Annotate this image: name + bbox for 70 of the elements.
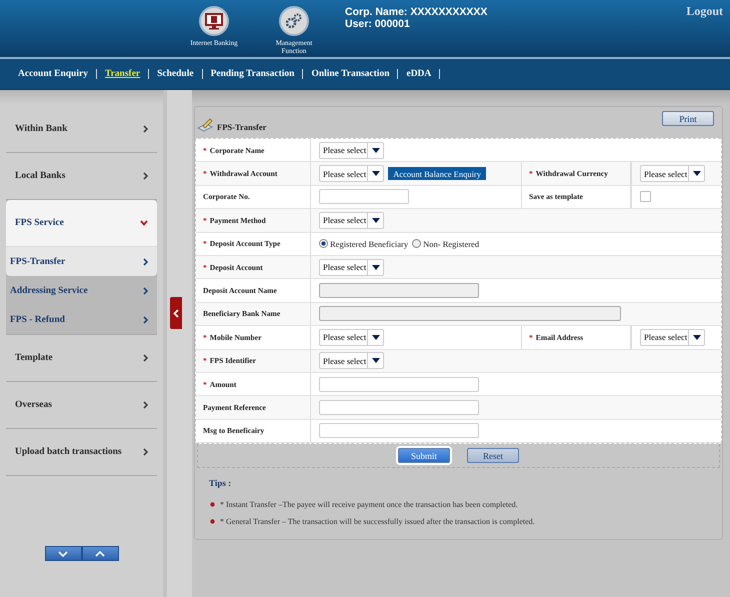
bullet-icon (210, 502, 215, 508)
page-title: FPS-Transfer (217, 122, 266, 132)
chevron-right-icon (143, 448, 148, 456)
chevron-right-icon (143, 354, 148, 362)
dropdown-arrow-icon (372, 171, 380, 176)
radio-label[interactable]: Registered Beneficiary (330, 238, 408, 249)
dropdown-arrow-icon (692, 334, 701, 340)
dropdown[interactable]: Please select (640, 165, 706, 182)
tips-heading: Tips : (209, 478, 232, 488)
submit-button[interactable]: Submit (398, 448, 450, 464)
input-field[interactable] (319, 189, 409, 204)
chevron-right-icon (143, 286, 148, 294)
nav-tab[interactable]: eDDA (406, 69, 432, 79)
sidebar-item[interactable]: Within Bank (6, 106, 157, 153)
chevron-down-icon (140, 220, 148, 226)
logout-link[interactable]: Logout (686, 4, 723, 19)
dropdown[interactable]: Please select (319, 258, 384, 276)
chevron-right-icon (143, 316, 148, 324)
sidebar-item[interactable]: Template (6, 335, 157, 382)
dropdown-arrow-icon (372, 358, 380, 364)
dropdown[interactable]: Please select (319, 165, 384, 182)
chevron-right-icon (143, 401, 148, 409)
dropdown-arrow-icon (372, 264, 380, 270)
sidebar-item[interactable]: FPS Service (6, 200, 157, 247)
corp-name: Corp. Name: XXXXXXXXXXX (345, 6, 488, 18)
dropdown[interactable]: Please select (319, 352, 384, 370)
collapse-button[interactable] (170, 297, 182, 329)
tip-text: * Instant Transfer –The payee will receive payment once the transaction has been completed. (220, 500, 518, 510)
radio-label[interactable]: Non- Registered (423, 238, 480, 249)
sidebar-item[interactable]: Overseas (6, 382, 157, 429)
chevron-right-icon (143, 258, 148, 266)
nav-tab[interactable]: Account Enquiry (18, 69, 88, 79)
input-field[interactable] (319, 376, 479, 392)
nav-tab[interactable]: Schedule (157, 69, 194, 79)
input-field[interactable] (319, 400, 479, 415)
dropdown-arrow-icon (372, 334, 380, 340)
pencil-icon (197, 118, 213, 132)
submenu-item[interactable]: FPS-Transfer (6, 247, 157, 276)
nav-tab[interactable]: Pending Transaction (210, 69, 294, 79)
sidebar-item[interactable]: Upload batch transactions (6, 429, 157, 476)
tip-text: * General Transfer – The transaction will be successfully issued after the transaction is completed. (220, 517, 535, 526)
bullet-icon (210, 519, 215, 524)
radio-button[interactable] (319, 239, 328, 248)
dropdown[interactable]: Please select (319, 212, 384, 229)
submenu-item[interactable]: Addressing Service (6, 276, 157, 305)
chevron-left-icon (173, 308, 179, 318)
dropdown[interactable]: Please select (319, 142, 384, 159)
checkbox[interactable] (640, 191, 651, 202)
radio-button[interactable] (412, 239, 422, 248)
account-balance-button[interactable]: Account Balance Enquiry (388, 167, 486, 180)
chevron-right-icon (143, 125, 148, 133)
scroll-down-button[interactable] (44, 546, 82, 561)
chevron-up-icon (95, 550, 105, 556)
dropdown[interactable]: Please select (640, 328, 706, 346)
gears-icon[interactable] (279, 6, 309, 36)
user-id: User: 000001 (345, 18, 411, 30)
print-button[interactable]: Print (662, 111, 714, 126)
nav-tab[interactable]: Transfer (104, 69, 140, 79)
dropdown[interactable]: Please select (319, 328, 384, 346)
input-field[interactable] (319, 423, 479, 438)
dropdown-arrow-icon (372, 148, 380, 153)
scroll-up-button[interactable] (82, 546, 118, 561)
reset-button[interactable]: Reset (467, 448, 519, 464)
chevron-right-icon (143, 172, 148, 180)
submenu-item[interactable]: FPS - Refund (6, 305, 157, 334)
dropdown-arrow-icon (692, 171, 701, 176)
chevron-down-icon (58, 550, 68, 556)
nav-tab[interactable]: Online Transaction (311, 69, 390, 79)
dropdown-arrow-icon (372, 218, 380, 223)
monitor-icon[interactable] (199, 6, 229, 36)
